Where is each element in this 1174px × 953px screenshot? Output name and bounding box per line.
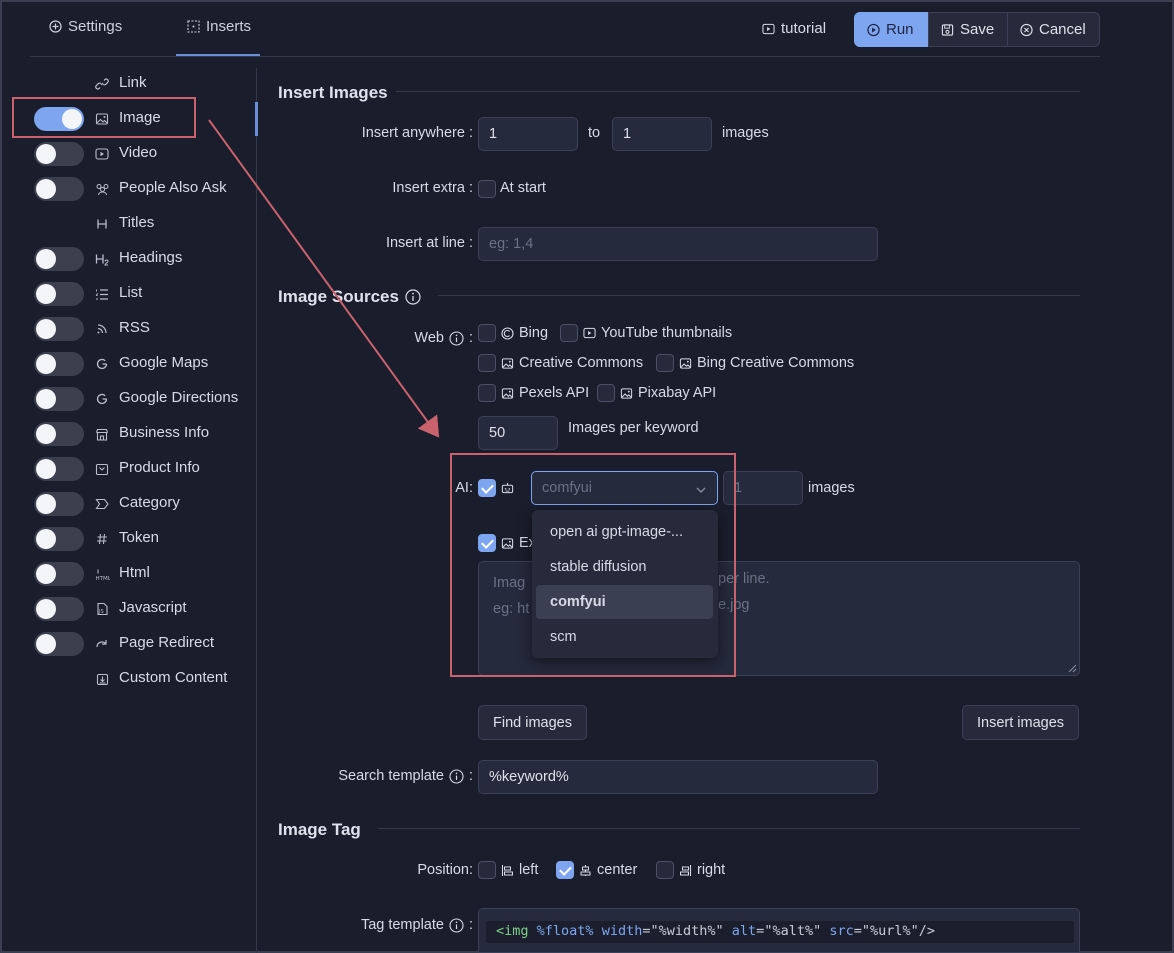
annotation-arrow [208, 119, 440, 438]
